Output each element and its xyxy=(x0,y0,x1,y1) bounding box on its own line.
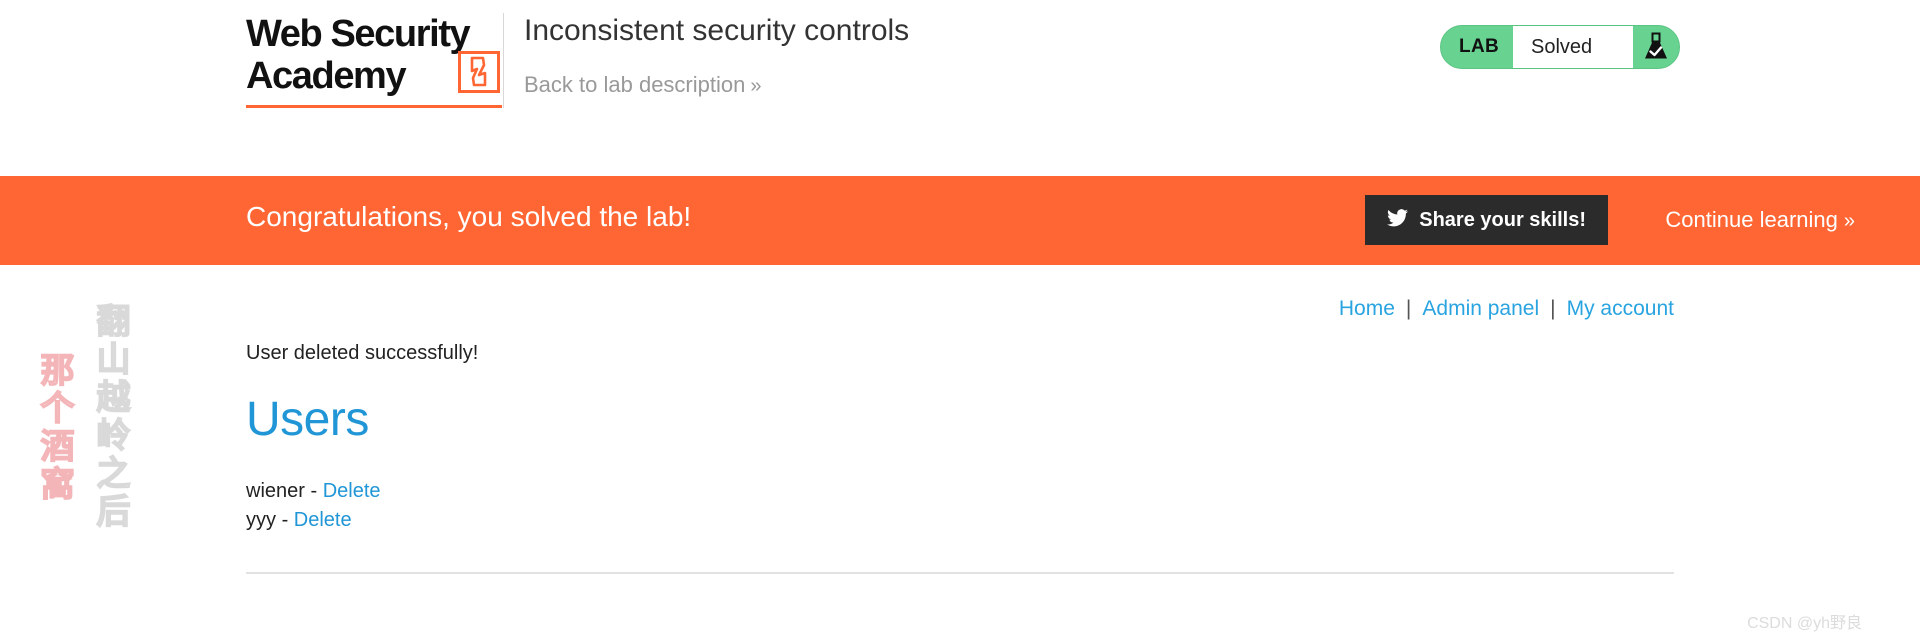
content-divider xyxy=(246,572,1674,574)
lab-solved-banner: Congratulations, you solved the lab! Sha… xyxy=(0,176,1920,265)
lightning-bolt-icon xyxy=(458,51,500,93)
lab-status-tag: LAB xyxy=(1459,36,1499,57)
share-your-skills-button[interactable]: Share your skills! xyxy=(1365,195,1608,245)
banner-message: Congratulations, you solved the lab! xyxy=(246,201,692,232)
twitter-bird-svg xyxy=(1387,209,1409,227)
twitter-bird-icon xyxy=(1387,209,1409,231)
back-link-label: Back to lab description xyxy=(524,72,746,97)
back-to-lab-description-link[interactable]: Back to lab description» xyxy=(524,72,761,98)
flash-message: User deleted successfully! xyxy=(246,342,479,364)
nav-link-admin-panel[interactable]: Admin panel xyxy=(1422,297,1539,321)
lab-title: Inconsistent security controls xyxy=(524,14,910,47)
flask-check-svg xyxy=(1645,32,1667,59)
lab-status-widget[interactable]: LAB Solved xyxy=(1440,25,1680,69)
site-header: Web Security Academy Inconsistent securi… xyxy=(0,0,1920,158)
nav-separator: | xyxy=(1405,297,1412,320)
chevron-right-icon: » xyxy=(1843,210,1855,232)
delete-user-link[interactable]: Delete xyxy=(323,480,381,502)
delete-user-link[interactable]: Delete xyxy=(294,509,352,531)
user-dash: - xyxy=(310,480,318,502)
flask-check-icon xyxy=(1633,26,1679,68)
user-list: wiener - Delete yyy - Delete xyxy=(246,477,381,535)
nav-link-home[interactable]: Home xyxy=(1339,297,1395,321)
logo-line-2-text: Academy xyxy=(246,55,407,97)
header-inner: Web Security Academy Inconsistent securi… xyxy=(246,0,1920,158)
user-name: yyy xyxy=(246,509,276,531)
user-name: wiener xyxy=(246,480,305,502)
header-divider xyxy=(503,13,504,108)
page-title: Users xyxy=(246,393,369,446)
lightning-bolt-svg xyxy=(470,56,487,87)
page-root: Web Security Academy Inconsistent securi… xyxy=(0,0,1920,641)
logo-underline xyxy=(246,105,502,108)
lab-status-state: Solved xyxy=(1513,26,1633,68)
main-container: Home | Admin panel | My account User del… xyxy=(0,265,1920,641)
list-item: yyy - Delete xyxy=(246,506,381,535)
site-nav: Home | Admin panel | My account xyxy=(1339,297,1674,321)
logo-line-2: Academy xyxy=(246,51,504,97)
share-button-label: Share your skills! xyxy=(1419,208,1586,231)
continue-learning-link[interactable]: Continue learning» xyxy=(1665,207,1855,233)
list-item: wiener - Delete xyxy=(246,477,381,506)
nav-separator: | xyxy=(1550,297,1556,320)
user-dash: - xyxy=(281,509,289,531)
chevron-right-icon: » xyxy=(750,75,762,97)
continue-link-label: Continue learning xyxy=(1665,207,1838,232)
web-security-academy-logo[interactable]: Web Security Academy xyxy=(246,13,504,108)
nav-link-my-account[interactable]: My account xyxy=(1567,297,1674,321)
logo-line-1: Web Security xyxy=(246,13,471,55)
